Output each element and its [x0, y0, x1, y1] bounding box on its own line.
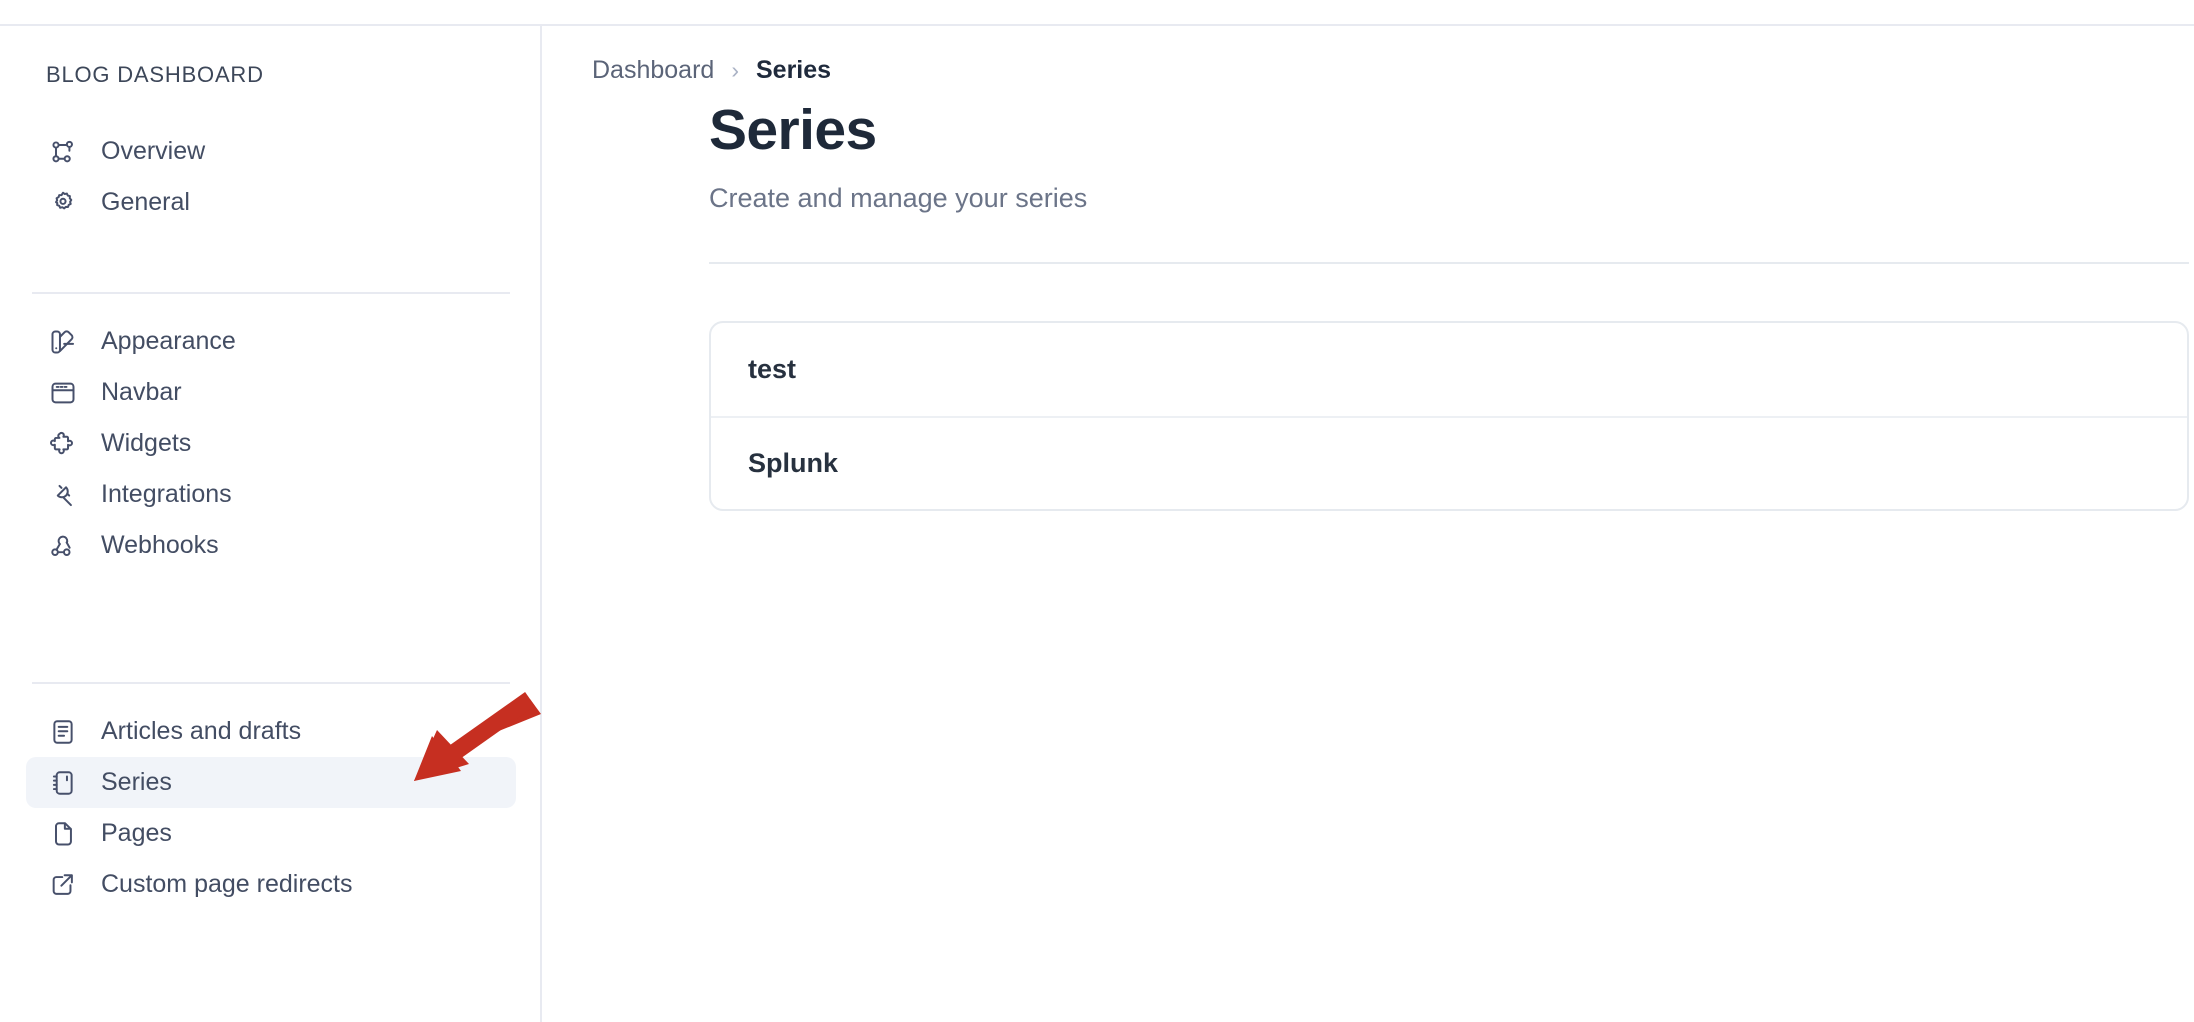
sidebar-divider-2 — [32, 682, 510, 684]
sidebar-item-general[interactable]: General — [26, 177, 516, 228]
page-subtitle: Create and manage your series — [709, 182, 1088, 213]
sidebar-item-integrations[interactable]: Integrations — [26, 469, 516, 520]
sidebar-divider-1 — [32, 292, 510, 294]
sidebar-item-label: Articles and drafts — [101, 717, 302, 745]
sidebar-item-widgets[interactable]: Widgets — [26, 418, 516, 469]
sidebar-title: BLOG DASHBOARD — [46, 62, 264, 87]
page-icon — [48, 819, 78, 849]
main-content: Dashboard › Series Series Create and man… — [544, 26, 2194, 1022]
external-link-icon — [48, 870, 78, 900]
puzzle-piece-icon — [48, 429, 78, 459]
sidebar-item-label: Navbar — [101, 378, 182, 406]
sidebar-item-label: Series — [101, 768, 172, 796]
app-root: BLOG DASHBOARD Overview General Appearan… — [0, 0, 2194, 1022]
series-book-icon — [48, 768, 78, 798]
sidebar-item-overview[interactable]: Overview — [26, 126, 516, 177]
sidebar-item-label: Widgets — [101, 429, 192, 457]
palette-icon — [48, 327, 78, 357]
page-content: Series Create and manage your series tes… — [709, 98, 2189, 511]
sidebar-item-label: Pages — [101, 819, 172, 847]
gear-icon — [48, 188, 78, 218]
page-title: Series — [709, 98, 877, 162]
nodes-icon — [48, 137, 78, 167]
webhook-icon — [48, 531, 78, 561]
list-item[interactable]: test — [711, 323, 2187, 416]
plug-icon — [48, 480, 78, 510]
sidebar-item-series[interactable]: Series — [26, 757, 516, 808]
series-name: test — [748, 353, 797, 384]
breadcrumb-link-dashboard[interactable]: Dashboard — [592, 56, 714, 85]
browser-window-icon — [48, 378, 78, 408]
series-name: Splunk — [748, 447, 839, 478]
sidebar-item-appearance[interactable]: Appearance — [26, 316, 516, 367]
sidebar-item-label: General — [101, 188, 190, 216]
breadcrumb-current: Series — [755, 56, 832, 84]
sidebar-group-customization: Appearance Navbar Widgets Integrations W… — [0, 316, 542, 571]
sidebar-group-content: Articles and drafts Series Pages Custom … — [0, 706, 542, 910]
sidebar-item-label: Appearance — [101, 327, 236, 355]
sidebar-item-pages[interactable]: Pages — [26, 808, 516, 859]
sidebar-group-primary: Overview General — [0, 126, 542, 228]
document-lines-icon — [48, 717, 78, 747]
series-list-card: test Splunk — [709, 320, 2189, 511]
breadcrumb: Dashboard › Series — [592, 56, 831, 85]
list-item[interactable]: Splunk — [711, 415, 2187, 509]
sidebar-item-label: Custom page redirects — [101, 870, 353, 898]
sidebar-item-label: Integrations — [101, 480, 232, 508]
content-divider — [709, 261, 2189, 264]
sidebar-item-custom-page-redirects[interactable]: Custom page redirects — [26, 859, 516, 910]
sidebar-item-label: Webhooks — [101, 531, 219, 559]
chevron-right-icon: › — [731, 57, 739, 83]
sidebar-item-navbar[interactable]: Navbar — [26, 367, 516, 418]
sidebar-item-articles-and-drafts[interactable]: Articles and drafts — [26, 706, 516, 757]
sidebar-item-label: Overview — [101, 137, 206, 165]
sidebar-item-webhooks[interactable]: Webhooks — [26, 520, 516, 571]
sidebar: BLOG DASHBOARD Overview General Appearan… — [0, 26, 542, 1022]
